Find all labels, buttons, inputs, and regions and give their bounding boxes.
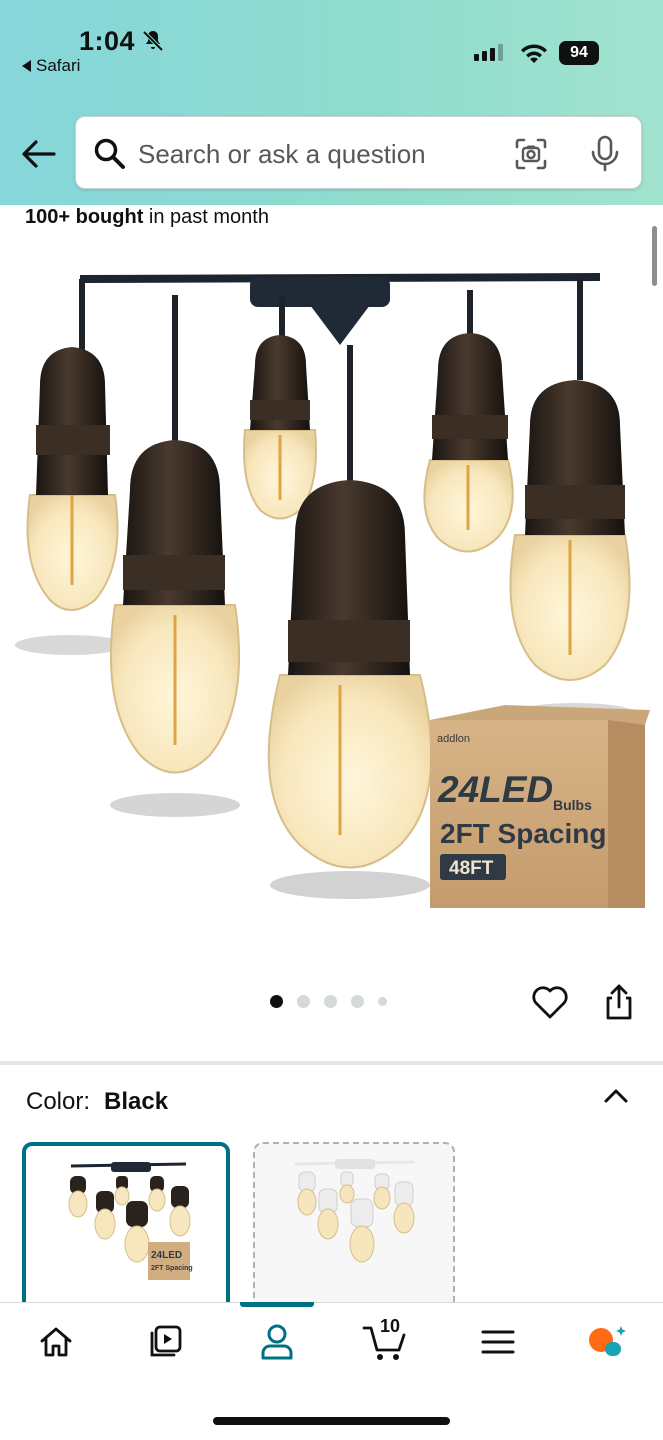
product-box: addlon 24LED Bulbs 2FT Spacing 48FT — [430, 705, 650, 908]
carousel-dot[interactable] — [270, 995, 283, 1008]
back-triangle-icon — [22, 60, 31, 72]
home-indicator[interactable] — [213, 1417, 450, 1425]
bought-count: 100+ bought — [25, 206, 144, 228]
back-app-label: Safari — [36, 56, 81, 75]
bulb-4 — [267, 480, 433, 899]
image-carousel-dots[interactable] — [270, 995, 387, 1008]
bulb-2 — [109, 440, 241, 817]
section-divider — [0, 1061, 663, 1065]
share-icon[interactable] — [602, 983, 636, 1021]
box-brand: addlon — [437, 733, 470, 745]
person-icon — [261, 1324, 293, 1360]
status-time: 1:04 — [79, 26, 136, 56]
box-badge: 48FT — [449, 858, 494, 879]
bulb-6 — [509, 380, 635, 723]
back-to-app-link[interactable]: Safari — [22, 56, 80, 76]
box-line1: 24LED — [437, 769, 553, 810]
color-swatch-white[interactable] — [253, 1142, 455, 1312]
carousel-dot[interactable] — [351, 995, 364, 1008]
heart-icon[interactable] — [531, 984, 569, 1020]
bought-in-past-month: 100+ bought in past month — [25, 206, 269, 229]
cellular-signal-icon — [474, 44, 503, 61]
bell-slash-icon — [142, 30, 164, 52]
active-tab-indicator — [240, 1302, 314, 1307]
search-input[interactable] — [138, 135, 498, 173]
tab-inspire[interactable] — [141, 1318, 189, 1366]
play-stack-icon — [150, 1325, 182, 1357]
tab-rufus[interactable] — [583, 1318, 631, 1366]
color-swatch-black[interactable]: 24LED 2FT Spacing — [22, 1142, 230, 1312]
battery-icon: 94 — [559, 41, 601, 65]
color-label-text: Color: — [26, 1088, 91, 1115]
carousel-dot[interactable] — [297, 995, 310, 1008]
color-variation-label: Color: Black — [26, 1088, 168, 1116]
swatch-box-line1: 24LED — [151, 1250, 182, 1261]
tab-menu[interactable] — [474, 1318, 522, 1366]
rufus-chat-icon — [589, 1326, 626, 1356]
tab-home[interactable] — [32, 1318, 80, 1366]
top-header: 1:04 Safari 94 — [0, 0, 663, 205]
wifi-icon — [521, 44, 547, 63]
chevron-up-icon[interactable] — [602, 1085, 630, 1107]
swatch-box-line2: 2FT Spacing — [151, 1265, 193, 1272]
hamburger-icon — [481, 1330, 515, 1354]
box-bulbs: Bulbs — [553, 797, 592, 813]
bulb-3 — [243, 335, 317, 520]
swatch-white-image — [294, 1159, 416, 1263]
search-icon — [94, 138, 125, 169]
box-line2: 2FT Spacing — [440, 818, 606, 849]
swatch-black-image: 24LED 2FT Spacing — [68, 1162, 193, 1280]
microphone-icon[interactable] — [589, 135, 621, 173]
search-bar[interactable] — [75, 116, 642, 189]
tab-account[interactable] — [253, 1318, 301, 1366]
camera-scan-icon[interactable] — [513, 136, 549, 172]
home-icon — [40, 1327, 72, 1357]
bulb-5 — [423, 333, 514, 553]
product-image[interactable]: addlon 24LED Bulbs 2FT Spacing 48FT — [10, 265, 655, 920]
bulb-1 — [15, 347, 125, 655]
color-selected-value: Black — [104, 1088, 169, 1115]
battery-level: 94 — [559, 41, 599, 65]
carousel-dot[interactable] — [324, 995, 337, 1008]
bought-suffix: in past month — [143, 206, 269, 228]
arrow-left-icon[interactable] — [20, 136, 56, 172]
carousel-dot[interactable] — [378, 997, 387, 1006]
cart-count-badge: 10 — [380, 1316, 401, 1336]
